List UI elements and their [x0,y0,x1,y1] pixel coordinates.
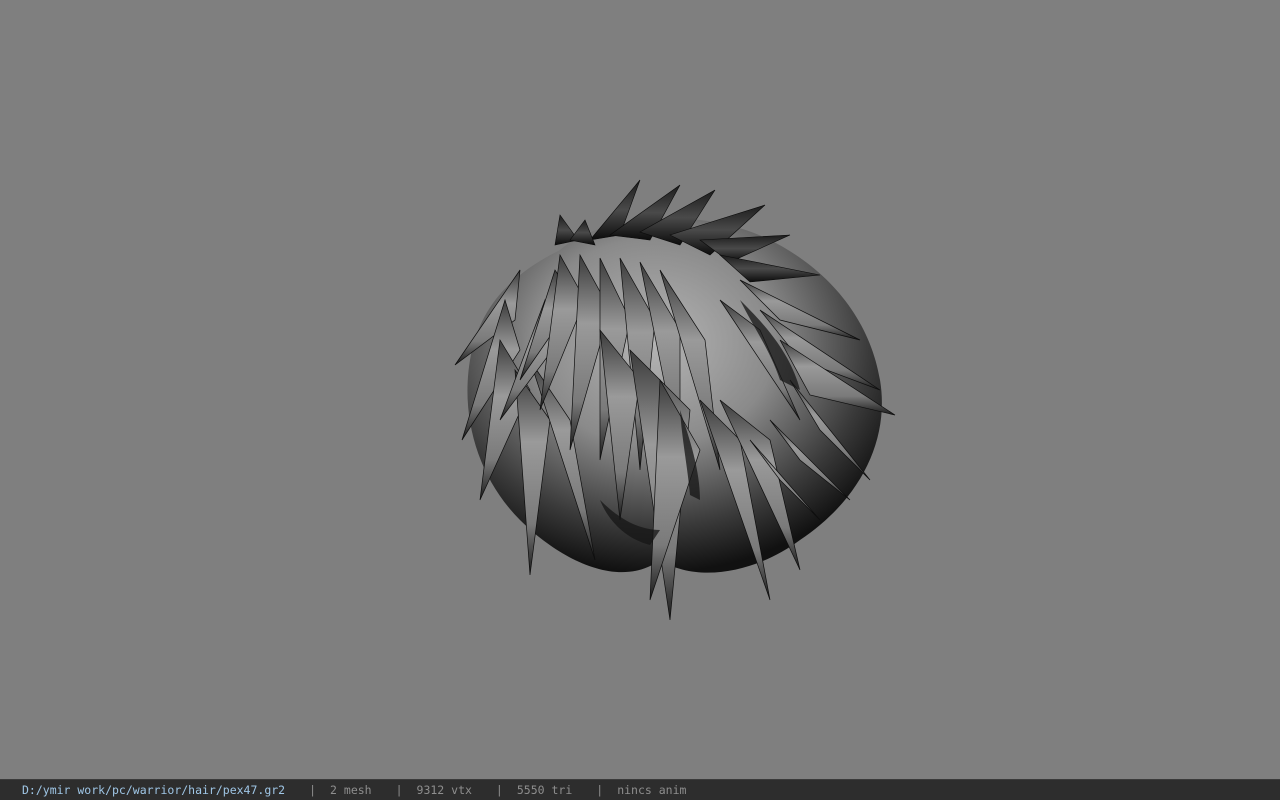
separator: | [395,783,403,797]
vertex-count: 9312 vtx [416,783,472,797]
anim-status: nincs anim [617,783,687,797]
separator: | [596,783,604,797]
mesh-count: 2 mesh [330,783,372,797]
triangle-count: 5550 tri [516,783,573,797]
3d-viewport[interactable] [0,0,1280,778]
hair-model-render[interactable] [0,0,1280,778]
separator: | [495,783,503,797]
file-path: D:/ymir work/pc/warrior/hair/pex47.gr2 [22,783,286,797]
status-bar: D:/ymir work/pc/warrior/hair/pex47.gr2 |… [0,779,1280,800]
separator: | [309,783,317,797]
